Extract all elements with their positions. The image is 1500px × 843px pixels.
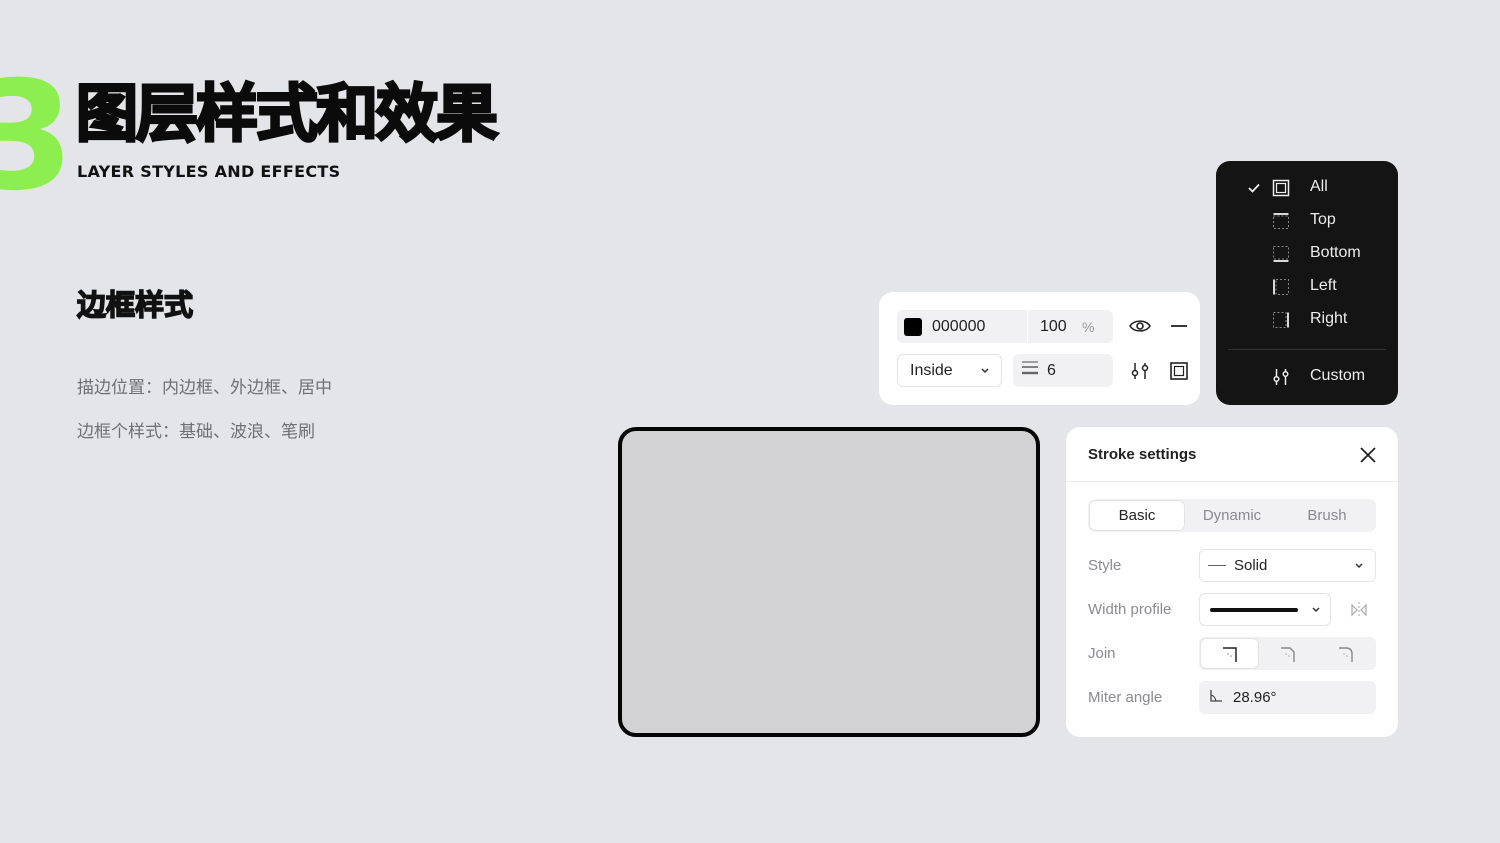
border-bottom-icon (1272, 245, 1290, 268)
menu-item-label: Top (1310, 211, 1336, 228)
angle-icon (1209, 689, 1223, 707)
menu-item-custom[interactable]: Custom (1216, 362, 1398, 392)
chevron-down-icon (1310, 602, 1322, 621)
menu-item-top[interactable]: Top (1216, 206, 1398, 236)
border-right-icon (1272, 311, 1290, 334)
opacity-unit: % (1082, 318, 1095, 335)
stroke-type-tabs: Basic Dynamic Brush (1088, 499, 1376, 532)
close-icon[interactable] (1356, 443, 1380, 467)
stroke-sides-all-icon[interactable] (1167, 359, 1191, 383)
menu-item-label: Right (1310, 310, 1348, 327)
sliders-icon (1272, 368, 1290, 391)
tab-brush[interactable]: Brush (1280, 501, 1374, 530)
page-subtitle: LAYER STYLES AND EFFECTS (77, 162, 341, 181)
menu-item-all[interactable]: All (1216, 173, 1398, 203)
solid-line-icon (1208, 565, 1226, 566)
stroke-weight-icon (1021, 360, 1039, 381)
width-profile-select[interactable] (1199, 593, 1331, 626)
miter-angle-value: 28.96° (1233, 689, 1277, 706)
miter-angle-label: Miter angle (1088, 689, 1163, 706)
chevron-down-icon (979, 363, 991, 382)
join-round-icon[interactable] (1317, 639, 1374, 668)
menu-item-left[interactable]: Left (1216, 272, 1398, 302)
color-swatch[interactable] (904, 317, 922, 336)
stroke-weight-value: 6 (1047, 361, 1056, 379)
chevron-down-icon (1353, 558, 1365, 576)
panel-header: Stroke settings (1066, 427, 1398, 482)
border-top-icon (1272, 212, 1290, 235)
color-hex-value[interactable]: 000000 (932, 318, 1027, 336)
section-number: 3 (0, 50, 74, 224)
menu-item-label: Bottom (1310, 244, 1361, 261)
stroke-weight-field[interactable]: 6 (1013, 354, 1113, 387)
opacity-value[interactable]: 100 (1040, 318, 1076, 336)
border-left-icon (1272, 278, 1290, 301)
menu-item-label: All (1310, 178, 1328, 195)
width-profile-label: Width profile (1088, 601, 1172, 618)
join-label: Join (1088, 645, 1116, 662)
stroke-toolbar: 000000 100 % Inside 6 (879, 292, 1200, 405)
miter-angle-field[interactable]: 28.96° (1199, 681, 1376, 714)
color-field-divider (1027, 310, 1028, 343)
menu-divider (1228, 349, 1386, 350)
tab-dynamic[interactable]: Dynamic (1185, 501, 1279, 530)
menu-item-bottom[interactable]: Bottom (1216, 239, 1398, 269)
join-options (1199, 637, 1376, 670)
style-select[interactable]: Solid (1199, 549, 1376, 582)
section-description-position: 描边位置：内边框、外边框、居中 (77, 378, 332, 398)
menu-item-label: Left (1310, 277, 1337, 294)
panel-title: Stroke settings (1088, 446, 1197, 463)
stroke-settings-sliders-icon[interactable] (1128, 359, 1152, 383)
section-title: 边框样式 (76, 287, 194, 323)
style-value: Solid (1234, 557, 1268, 574)
stroke-settings-panel: Stroke settings Basic Dynamic Brush Styl… (1066, 427, 1398, 737)
check-icon (1247, 181, 1261, 199)
stroke-sides-menu: All Top Bottom Left Right Custom (1216, 161, 1398, 405)
width-profile-preview (1210, 608, 1298, 612)
stroke-position-select[interactable]: Inside (897, 354, 1002, 387)
tab-basic[interactable]: Basic (1090, 501, 1184, 530)
menu-item-label: Custom (1310, 367, 1366, 384)
stroke-color-field[interactable]: 000000 100 % (897, 310, 1113, 343)
join-miter-icon[interactable] (1201, 639, 1258, 668)
remove-stroke-minus-icon[interactable] (1167, 314, 1191, 338)
page-title: 图层样式和效果 (74, 76, 499, 151)
style-label: Style (1088, 557, 1122, 574)
stroke-preview-rectangle (618, 427, 1040, 737)
section-description-styles: 边框个样式：基础、波浪、笔刷 (77, 422, 315, 442)
menu-item-right[interactable]: Right (1216, 305, 1398, 335)
border-all-icon (1272, 179, 1290, 202)
flip-horizontal-icon[interactable] (1348, 599, 1370, 621)
visibility-eye-icon[interactable] (1128, 314, 1152, 338)
join-bevel-icon[interactable] (1259, 639, 1316, 668)
stroke-position-value: Inside (910, 361, 953, 379)
